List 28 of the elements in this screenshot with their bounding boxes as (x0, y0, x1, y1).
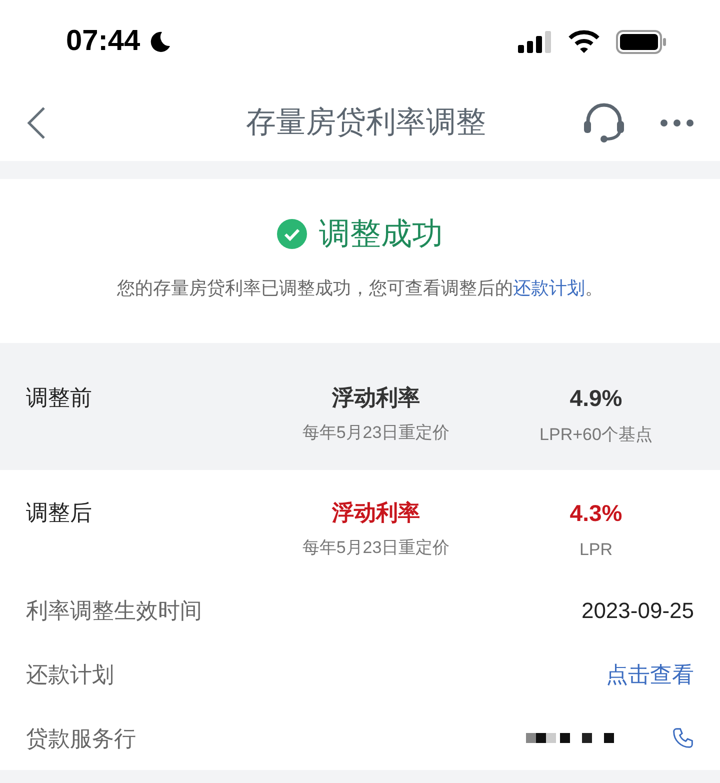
rate-type: 浮动利率 (332, 384, 420, 412)
info-label: 还款计划 (26, 660, 114, 689)
moon-icon (148, 30, 172, 54)
repricing-note: 每年5月23日重定价 (302, 537, 450, 560)
view-link[interactable]: 点击查看 (606, 658, 694, 691)
more-icon[interactable] (660, 118, 694, 128)
headset-icon[interactable] (582, 102, 626, 143)
rate-value: 4.3% (570, 499, 622, 528)
success-message: 您的存量房贷利率已调整成功，您可查看调整后的还款计划。 (117, 277, 603, 300)
repayment-plan-link[interactable]: 还款计划 (513, 278, 585, 298)
check-circle-icon (277, 219, 307, 250)
success-title: 调整成功 (319, 214, 443, 253)
signal-icon (518, 31, 552, 54)
info-value: 2023-09-25 (581, 596, 694, 625)
page-title: 存量房贷利率调整 (246, 105, 486, 142)
rate-basis: LPR+60个基点 (540, 424, 652, 446)
row-label: 调整前 (26, 384, 93, 412)
phone-icon[interactable] (672, 727, 694, 750)
rate-basis: LPR (579, 538, 613, 561)
info-label: 利率调整生效时间 (26, 596, 202, 625)
status-time: 07:44 (66, 24, 140, 60)
rate-value: 4.9% (570, 384, 622, 414)
repricing-note: 每年5月23日重定价 (302, 422, 450, 444)
row-label: 调整后 (26, 499, 93, 526)
wifi-icon (568, 30, 600, 54)
battery-icon (616, 30, 666, 54)
info-label: 贷款服务行 (26, 724, 136, 753)
rate-type: 浮动利率 (332, 499, 420, 528)
